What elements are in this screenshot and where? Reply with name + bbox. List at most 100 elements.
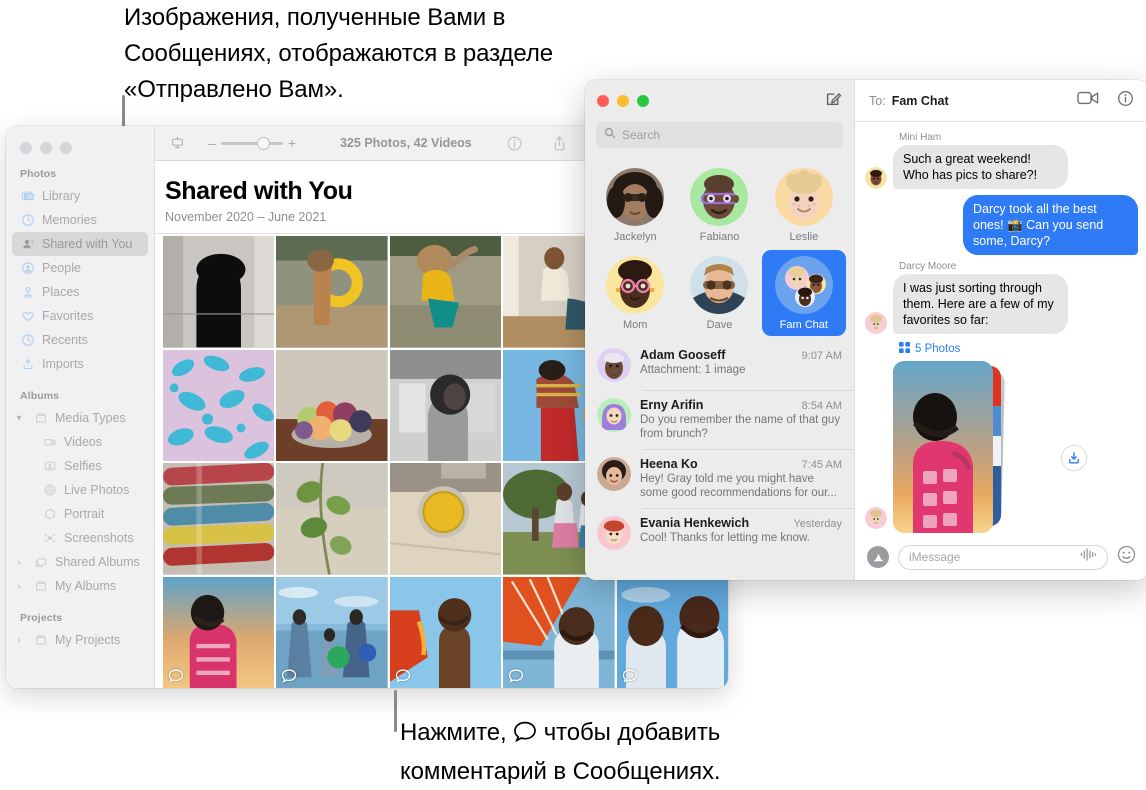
pinned-conversation-jackelyn[interactable]: Jackelyn — [593, 162, 677, 248]
pinned-conversation-leslie[interactable]: Leslie — [762, 162, 846, 248]
photo-cell[interactable] — [276, 236, 388, 348]
comment-bubble-icon[interactable] — [281, 669, 297, 683]
pinned-conversation-fam-chat[interactable]: Fam Chat — [761, 250, 846, 336]
photo-cell[interactable] — [163, 463, 275, 575]
pinned-label: Dave — [706, 319, 733, 331]
photo-cell[interactable] — [503, 576, 615, 688]
messages-close-button[interactable] — [597, 95, 609, 107]
facetime-video-icon[interactable] — [1077, 90, 1099, 111]
chevron-down-icon[interactable]: ▾ — [12, 413, 26, 424]
zoom-track[interactable] — [220, 136, 283, 150]
sidebar-label: Places — [42, 285, 80, 299]
stacked-colored-pipes-thumbnail — [163, 463, 275, 575]
emoji-smiley-icon[interactable] — [1117, 545, 1136, 569]
photo-cell[interactable] — [389, 349, 502, 462]
zoom-in-label[interactable]: + — [288, 135, 296, 151]
conversation-list-item[interactable]: Heena Ko 7:45 AM Hey! Gray told me you m… — [585, 449, 854, 508]
sidebar-label: Shared Albums — [55, 555, 140, 569]
zoom-out-label[interactable]: – — [208, 135, 216, 151]
sidebar-item-shared-with-you[interactable]: Shared with You — [12, 232, 148, 256]
comment-bubble-icon[interactable] — [168, 669, 184, 683]
message-bubble[interactable]: Darcy took all the best ones! 📸 Can you … — [963, 195, 1138, 255]
avatar — [774, 168, 833, 226]
chevron-right-icon[interactable]: › — [12, 557, 26, 568]
info-icon[interactable] — [1117, 90, 1134, 112]
pinned-conversation-dave[interactable]: Dave — [677, 250, 761, 336]
sidebar-item-people[interactable]: People — [12, 256, 148, 280]
photos-zoom-button[interactable] — [60, 142, 72, 154]
sidebar-item-my-albums[interactable]: › My Albums — [12, 574, 148, 598]
sidebar-label: Library — [42, 189, 81, 203]
child-splashing-river-thumbnail — [389, 236, 502, 348]
download-icon[interactable] — [1061, 445, 1087, 471]
zoom-slider[interactable]: – + — [208, 135, 296, 151]
messages-zoom-button[interactable] — [637, 95, 649, 107]
message-composer: iMessage — [855, 534, 1146, 580]
sidebar-item-media-types[interactable]: ▾ Media Types — [12, 406, 148, 430]
attachment-photos-label[interactable]: 5 Photos — [899, 340, 1138, 358]
zoom-knob[interactable] — [256, 136, 270, 150]
message-bubble[interactable]: I was just sorting through them. Here ar… — [893, 274, 1068, 334]
photo-cell[interactable] — [616, 576, 728, 688]
chevron-right-icon[interactable]: › — [12, 635, 26, 646]
photo-cell[interactable] — [163, 236, 275, 348]
message-bubble[interactable]: Such a great weekend! Who has pics to sh… — [893, 145, 1068, 189]
photo-cell[interactable] — [276, 463, 388, 575]
folder-icon — [33, 633, 48, 648]
photo-cell[interactable] — [163, 576, 275, 688]
folder-icon — [33, 411, 48, 426]
photos-minimize-button[interactable] — [40, 142, 52, 154]
sidebar-item-places[interactable]: Places — [12, 280, 148, 304]
comment-bubble-icon[interactable] — [622, 669, 638, 683]
sidebar-item-favorites[interactable]: Favorites — [12, 304, 148, 328]
imessage-input[interactable]: iMessage — [898, 544, 1108, 570]
avatar — [597, 398, 631, 432]
sidebar-item-live-photos[interactable]: Live Photos — [12, 478, 148, 502]
sidebar-item-screenshots[interactable]: Screenshots — [12, 526, 148, 550]
video-icon — [42, 435, 57, 450]
photo-cell[interactable] — [163, 349, 275, 462]
thread-recipient[interactable]: Fam Chat — [892, 94, 949, 108]
sidebar-item-videos[interactable]: Videos — [12, 430, 148, 454]
audio-waveform-icon[interactable] — [1080, 548, 1097, 566]
chevron-right-icon[interactable]: › — [12, 581, 26, 592]
photo-cell[interactable] — [276, 349, 388, 462]
photo-cell[interactable] — [389, 576, 502, 688]
pinned-conversation-mom[interactable]: Mom — [593, 250, 677, 336]
search-input[interactable]: Search — [596, 122, 843, 148]
photo-cell[interactable] — [389, 463, 502, 575]
photo-stack-card-front[interactable] — [893, 361, 993, 533]
comment-bubble-icon[interactable] — [395, 669, 411, 683]
view-options-icon[interactable] — [169, 135, 186, 152]
avatar — [690, 256, 749, 314]
photo-cell[interactable] — [276, 576, 388, 688]
info-icon[interactable] — [506, 135, 523, 152]
message-row-incoming: Such a great weekend! Who has pics to sh… — [865, 145, 1138, 189]
pinned-label: Fabiano — [699, 231, 740, 243]
conversation-list-item[interactable]: Erny Arifin 8:54 AM Do you remember the … — [585, 390, 854, 449]
photos-traffic-lights[interactable] — [6, 126, 154, 154]
sidebar-item-my-projects[interactable]: › My Projects — [12, 628, 148, 652]
sidebar-label: Shared with You — [42, 237, 133, 251]
app-store-icon[interactable] — [867, 546, 889, 568]
sidebar-item-portrait[interactable]: Portrait — [12, 502, 148, 526]
messages-minimize-button[interactable] — [617, 95, 629, 107]
share-icon[interactable] — [551, 135, 568, 152]
pinned-conversation-fabiano[interactable]: Fabiano — [677, 162, 761, 248]
photo-cell[interactable] — [389, 236, 502, 348]
sidebar-item-library[interactable]: Library — [12, 184, 148, 208]
sidebar-item-shared-albums[interactable]: › Shared Albums — [12, 550, 148, 574]
compose-icon[interactable] — [825, 90, 842, 112]
photo-stack[interactable] — [893, 361, 1005, 533]
sidebar-item-memories[interactable]: Memories — [12, 208, 148, 232]
conversation-name: Erny Arifin — [640, 398, 704, 412]
sidebar-group-photos-title: Photos — [20, 168, 57, 180]
conversation-list-item[interactable]: Evania Henkewich Yesterday Cool! Thanks … — [585, 508, 854, 558]
comment-bubble-icon[interactable] — [508, 669, 524, 683]
sidebar-item-imports[interactable]: Imports — [12, 352, 148, 376]
sidebar-label: My Albums — [55, 579, 117, 593]
conversation-list-item[interactable]: Adam Gooseff 9:07 AM Attachment: 1 image — [585, 340, 854, 390]
sidebar-item-recents[interactable]: Recents — [12, 328, 148, 352]
photos-close-button[interactable] — [20, 142, 32, 154]
sidebar-item-selfies[interactable]: Selfies — [12, 454, 148, 478]
